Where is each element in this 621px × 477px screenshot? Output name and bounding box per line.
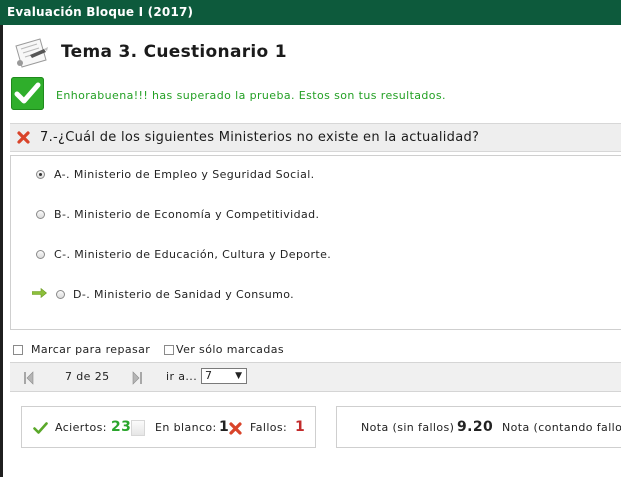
mark-review-label[interactable]: Marcar para repasar bbox=[31, 343, 150, 356]
green-check-icon bbox=[11, 77, 44, 110]
wrong-label: Fallos: bbox=[250, 421, 288, 434]
result-message: Enhorabuena!!! has superado la prueba. E… bbox=[56, 89, 446, 102]
page-title: Tema 3. Cuestionario 1 bbox=[61, 42, 287, 62]
correct-count: 23 bbox=[111, 419, 132, 435]
wrong-count: 1 bbox=[295, 419, 306, 435]
page-indicator: 7 de 25 bbox=[65, 370, 110, 383]
option-a-radio[interactable] bbox=[36, 170, 45, 179]
question-text: 7.-¿Cuál de los siguientes Ministerios n… bbox=[40, 130, 480, 145]
chevron-down-icon: ▼ bbox=[235, 371, 242, 381]
answer-options: A-. Ministerio de Empleo y Seguridad Soc… bbox=[10, 155, 621, 330]
results-summary: Aciertos: 23 En blanco: 1 Fallos: 1 bbox=[21, 406, 316, 448]
marked-only-label[interactable]: Ver sólo marcadas bbox=[176, 343, 284, 356]
grade-with-penalty-label: Nota (contando fallos) bbox=[502, 421, 621, 434]
goto-selected-value: 7 bbox=[205, 369, 212, 382]
option-c-label[interactable]: C-. Ministerio de Educación, Cultura y D… bbox=[54, 247, 331, 263]
option-d-label[interactable]: D-. Ministerio de Sanidad y Consumo. bbox=[73, 287, 294, 303]
goto-label: ir a... bbox=[166, 370, 198, 383]
correct-label: Aciertos: bbox=[55, 421, 107, 434]
next-question-icon[interactable] bbox=[132, 371, 142, 385]
goto-question-select[interactable]: 7 ▼ bbox=[201, 368, 247, 384]
red-x-icon bbox=[17, 131, 30, 144]
grade-no-penalty-label: Nota (sin fallos) bbox=[361, 421, 455, 434]
option-a-label[interactable]: A-. Ministerio de Empleo y Seguridad Soc… bbox=[54, 167, 315, 183]
blank-square-icon bbox=[131, 420, 145, 436]
option-c-radio[interactable] bbox=[36, 250, 45, 259]
correct-answer-arrow-icon bbox=[32, 288, 47, 298]
wrong-x-icon bbox=[229, 422, 242, 435]
window-title: Evaluación Bloque I (2017) bbox=[0, 0, 621, 25]
exam-paper-icon bbox=[15, 38, 48, 68]
grade-no-penalty-value: 9.20 bbox=[457, 419, 494, 435]
exam-header: Tema 3. Cuestionario 1 bbox=[10, 36, 610, 70]
question-header: 7.-¿Cuál de los siguientes Ministerios n… bbox=[10, 123, 621, 152]
option-d-radio[interactable] bbox=[56, 290, 65, 299]
question-navigation: 7 de 25 ir a... 7 ▼ bbox=[10, 362, 621, 392]
left-edge-strip bbox=[0, 25, 3, 477]
correct-check-icon bbox=[33, 422, 48, 434]
mark-review-checkbox[interactable] bbox=[13, 345, 23, 355]
blank-label: En blanco: bbox=[155, 421, 217, 434]
marked-only-checkbox[interactable] bbox=[164, 345, 174, 355]
option-b-label[interactable]: B-. Ministerio de Economía y Competitivi… bbox=[54, 207, 319, 223]
previous-question-icon[interactable] bbox=[24, 371, 34, 385]
option-b-radio[interactable] bbox=[36, 210, 45, 219]
grade-summary: Nota (sin fallos) 9.20 Nota (contando fa… bbox=[336, 406, 621, 448]
